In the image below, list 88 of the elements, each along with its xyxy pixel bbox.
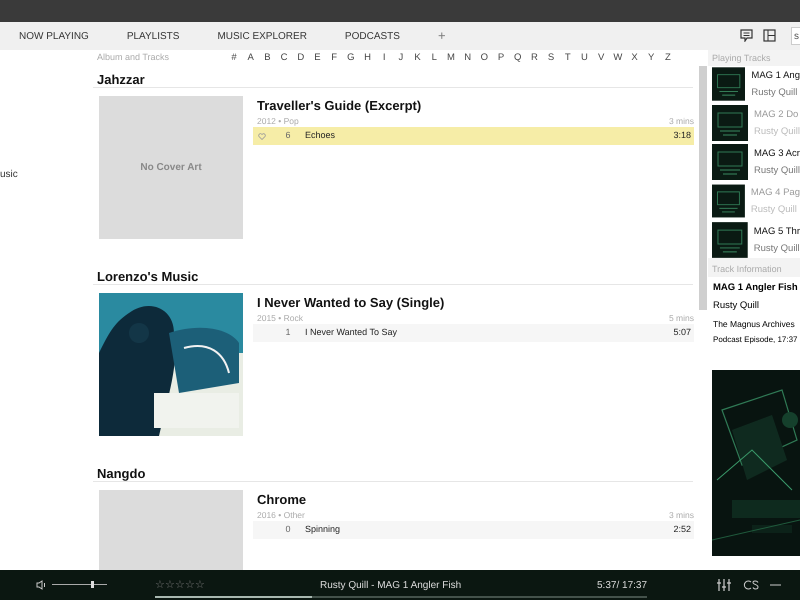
track-details: Podcast Episode, 17:37 bbox=[713, 334, 799, 346]
index-letter[interactable]: N bbox=[462, 50, 474, 66]
layout-icon[interactable] bbox=[763, 29, 776, 42]
index-letter[interactable]: V bbox=[595, 50, 608, 66]
track-title[interactable]: MAG 5 Thr bbox=[754, 225, 800, 240]
track-number: 6 bbox=[284, 129, 292, 142]
album-info: 2016 • Other bbox=[257, 509, 305, 519]
artist-name: Nangdo bbox=[93, 464, 693, 482]
index-letter[interactable]: U bbox=[578, 50, 590, 66]
track-duration: 5:07 bbox=[673, 326, 691, 340]
index-letter[interactable]: Z bbox=[662, 50, 674, 66]
track-row[interactable]: 1 I Never Wanted To Say 5:07 bbox=[253, 324, 694, 342]
index-letter[interactable]: M bbox=[444, 50, 457, 66]
index-letter[interactable]: O bbox=[478, 50, 490, 66]
panel-title: Playing Tracks bbox=[711, 52, 772, 65]
index-letter[interactable]: # bbox=[228, 50, 240, 66]
track-title[interactable]: MAG 3 Acr bbox=[754, 147, 800, 162]
index-letter[interactable]: W bbox=[612, 50, 624, 66]
index-letter[interactable]: J bbox=[394, 50, 407, 66]
index-letter[interactable]: F bbox=[328, 50, 340, 66]
index-letter[interactable]: H bbox=[362, 50, 374, 66]
search-field[interactable]: s bbox=[791, 27, 800, 45]
podcast-thumbnail-icon bbox=[712, 105, 748, 141]
index-letter[interactable]: B bbox=[261, 50, 274, 66]
index-letter[interactable]: Q bbox=[512, 50, 524, 66]
podcast-thumbnail-icon bbox=[712, 66, 746, 102]
podcast-thumbnail-icon bbox=[712, 222, 748, 258]
track-title[interactable]: MAG 1 Ang bbox=[751, 69, 800, 84]
equalizer-icon[interactable] bbox=[717, 579, 731, 591]
index-letter[interactable]: K bbox=[412, 50, 424, 66]
album-info: 2015 • Rock bbox=[257, 312, 303, 322]
album-title: Traveller's Guide (Excerpt) bbox=[256, 97, 422, 115]
now-playing-title: Rusty Quill - MAG 1 Angler Fish bbox=[320, 579, 462, 593]
index-letter[interactable]: P bbox=[495, 50, 507, 66]
tab[interactable]: + bbox=[418, 22, 465, 50]
album-info: 2012 • Pop bbox=[257, 115, 299, 125]
artist-name: Rusty Quill bbox=[751, 86, 798, 100]
album-name: The Magnus Archives bbox=[713, 318, 796, 330]
track-number: 0 bbox=[284, 523, 292, 536]
track-row[interactable]: 0 Spinning 2:52 bbox=[253, 521, 694, 539]
artist-name: Rusty Quill bbox=[754, 242, 800, 256]
tab[interactable]: PLAYLISTS bbox=[108, 22, 198, 50]
album-length: 5 mins bbox=[668, 312, 694, 322]
track-duration: 2:52 bbox=[673, 523, 691, 536]
track-duration: 3:18 bbox=[673, 129, 691, 142]
index-letter[interactable]: Y bbox=[645, 50, 658, 66]
index-letter[interactable]: A bbox=[244, 50, 257, 66]
section-title: Album and Tracks bbox=[97, 51, 170, 64]
track-title: Echoes bbox=[305, 129, 336, 142]
album-length: 3 mins bbox=[668, 115, 694, 125]
artist-name: Rusty Quill bbox=[713, 299, 760, 314]
index-letter[interactable]: T bbox=[562, 50, 574, 66]
playback-time: 5:37/ 17:37 bbox=[597, 579, 648, 593]
index-letter[interactable]: D bbox=[294, 50, 307, 66]
index-letter[interactable]: R bbox=[528, 50, 540, 66]
panel-title: Track Information bbox=[711, 263, 783, 276]
track-title: Spinning bbox=[305, 523, 342, 536]
star-rating[interactable]: ☆☆☆☆☆ bbox=[155, 577, 205, 594]
artist-name: Rusty Quill bbox=[754, 125, 800, 140]
index-letter[interactable]: S bbox=[545, 50, 558, 66]
tab[interactable]: MUSIC EXPLORER bbox=[198, 22, 326, 50]
volume-icon[interactable] bbox=[36, 580, 47, 590]
album-title: I Never Wanted to Say (Single) bbox=[256, 294, 446, 312]
track-title: I Never Wanted To Say bbox=[305, 326, 398, 340]
index-letter[interactable]: I bbox=[378, 50, 390, 66]
podcast-thumbnail-icon bbox=[712, 144, 748, 180]
index-letter[interactable]: G bbox=[344, 50, 357, 66]
track-number: 1 bbox=[284, 326, 292, 340]
index-letter[interactable]: L bbox=[428, 50, 440, 66]
podcast-thumbnail-icon bbox=[712, 183, 745, 219]
artist-name: Rusty Quill bbox=[750, 203, 798, 218]
index-letter[interactable]: E bbox=[311, 50, 324, 66]
cover-placeholder-text: No Cover Art bbox=[140, 161, 202, 175]
comment-icon[interactable] bbox=[740, 29, 753, 42]
minimize-icon[interactable] bbox=[770, 584, 781, 586]
artist-name: Lorenzo's Music bbox=[93, 267, 693, 285]
index-letter[interactable]: C bbox=[278, 50, 290, 66]
tab[interactable]: NOW PLAYING bbox=[0, 22, 108, 50]
tab[interactable]: PODCASTS bbox=[326, 22, 419, 50]
track-row[interactable]: 6 Echoes 3:18 bbox=[253, 127, 694, 145]
scrollbar[interactable] bbox=[698, 66, 706, 310]
sidebar-item[interactable]: usic bbox=[0, 167, 93, 182]
track-title: MAG 1 Angler Fish bbox=[713, 281, 799, 295]
album-title: Chrome bbox=[256, 491, 308, 509]
artist-name: Jahzzar bbox=[93, 70, 693, 88]
index-letter[interactable]: X bbox=[628, 50, 640, 66]
album-length: 3 mins bbox=[668, 509, 694, 519]
artist-name: Rusty Quill bbox=[754, 164, 800, 178]
